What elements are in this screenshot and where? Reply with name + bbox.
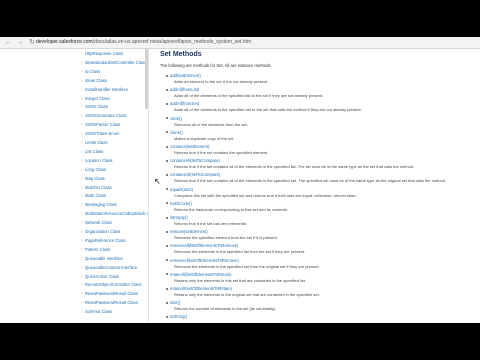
sidebar-item[interactable]: ResetPasswordResult Class	[81, 291, 138, 297]
url-path: /docs/atlas.en-us.apexref.meta/apexref/a…	[92, 39, 252, 45]
method-link[interactable]: containsAll(setToCompare)	[170, 172, 220, 177]
sidebar-item[interactable]: MultiStaticResourceCalloutMock Class	[81, 211, 148, 217]
method-link[interactable]: contains(setElement)	[170, 144, 209, 149]
sidebar-scrollbar[interactable]	[145, 49, 148, 109]
method-link[interactable]: removeAll(listOfElementsToRemove)	[170, 243, 238, 248]
sidebar-item[interactable]: Matcher Class	[81, 185, 112, 191]
sidebar-item[interactable]: RemoteObjectController Class	[81, 282, 142, 288]
method-link[interactable]: size()	[170, 300, 180, 305]
method-link[interactable]: equals(set2)	[170, 187, 193, 192]
url-text[interactable]: developer.salesforce.com/docs/atlas.en-u…	[36, 39, 251, 46]
method-link[interactable]: addAll(fromList)	[170, 87, 199, 92]
bullet-icon	[166, 244, 168, 247]
bullet-icon	[166, 216, 168, 219]
bullet-icon	[166, 259, 168, 262]
sidebar-item[interactable]: Organization Class	[81, 229, 120, 235]
bullet-icon	[166, 131, 168, 134]
bullet-icon	[166, 230, 168, 233]
sidebar-item[interactable]: Map Class	[81, 176, 105, 182]
page-title: Set Methods	[160, 51, 202, 58]
method-description: Adds all of the elements in the specifie…	[174, 93, 324, 99]
method-link[interactable]: retainAll(listOfElementsToRetain)	[170, 272, 231, 277]
method-link[interactable]: retainAll(setOfElementsToRetain)	[170, 286, 232, 291]
method-link[interactable]: hashCode()	[170, 201, 192, 206]
sidebar-item[interactable]: InstallHandler Interface	[81, 87, 128, 93]
browser-frame: ← → ↻ developer.salesforce.com/docs/atla…	[0, 37, 480, 323]
method-description: Returns true if the set contains the spe…	[174, 150, 269, 155]
sidebar-item[interactable]: ResetPasswordResult Class	[81, 300, 138, 306]
method-link[interactable]: clone()	[170, 130, 183, 135]
sidebar-item[interactable]: QueueableContext Interface	[81, 265, 137, 271]
bullet-icon	[166, 102, 168, 105]
method-link[interactable]: addAll(fromSet)	[170, 101, 199, 106]
method-description: Returns true if the set has zero element…	[174, 221, 248, 226]
sidebar-item[interactable]: Network Class	[81, 220, 112, 226]
bullet-icon	[166, 188, 168, 191]
bullet-icon	[166, 117, 168, 120]
sidebar-nav: HttpResponse Class IdeaStandardSetControl…	[0, 49, 149, 323]
sidebar-item[interactable]: Math Class	[81, 193, 106, 199]
back-icon[interactable]: ←	[4, 39, 12, 47]
method-description: Retains only the elements in the origina…	[174, 292, 320, 297]
method-description: Returns the hashcode corresponding to th…	[174, 206, 289, 212]
bullet-icon	[166, 173, 168, 176]
sidebar-item[interactable]: JSONToken Enum	[81, 131, 120, 137]
sidebar-item[interactable]: Integer Class	[81, 96, 110, 102]
method-description: Adds an element to the set if it is not …	[174, 79, 269, 84]
url-host: developer.salesforce.com	[36, 39, 93, 45]
method-link[interactable]: add(setElement)	[170, 73, 201, 78]
sidebar-item[interactable]: PageReference Class	[81, 238, 126, 244]
bullet-icon	[166, 315, 168, 318]
forward-icon[interactable]: →	[16, 39, 24, 47]
method-description: Removes all of the elements from the set…	[174, 121, 248, 127]
sidebar-item[interactable]: Pattern Class	[81, 247, 110, 253]
sidebar-item[interactable]: Limits Class	[81, 140, 108, 146]
sidebar-item[interactable]: Messaging Class	[81, 202, 117, 208]
method-link[interactable]: containsAll(listToCompare)	[170, 158, 220, 163]
bullet-icon	[166, 287, 168, 290]
method-description: Makes a duplicate copy of the set.	[174, 135, 235, 141]
sidebar-item[interactable]: HttpResponse Class	[81, 51, 123, 57]
method-description: Removes the specified element from the s…	[174, 235, 278, 241]
method-description: Returns true if the set contains all of …	[174, 164, 415, 170]
bullet-icon	[166, 301, 168, 304]
bullet-icon	[166, 74, 168, 77]
method-description: Returns the number of elements in the se…	[174, 306, 277, 312]
sidebar-item[interactable]: Id Class	[81, 69, 100, 75]
address-bar[interactable]: ← → ↻ developer.salesforce.com/docs/atla…	[0, 37, 480, 49]
bullet-icon	[166, 88, 168, 91]
main-content: Set Methods The following are methods fo…	[150, 49, 480, 323]
method-link[interactable]: isEmpty()	[170, 215, 188, 220]
method-description: Removes the elements in the specified se…	[174, 263, 320, 269]
sidebar-item[interactable]: JSON Class	[81, 104, 108, 110]
sidebar-item[interactable]: Location Class	[81, 158, 113, 164]
sidebar-item[interactable]: JSONParser Class	[81, 122, 120, 128]
mouse-cursor-icon: ↖	[154, 177, 161, 186]
sidebar-item[interactable]: Long Class	[81, 167, 106, 173]
method-link[interactable]: remove(setElement)	[170, 229, 208, 234]
sidebar-item[interactable]: Queueable Interface	[81, 256, 123, 262]
bullet-icon	[166, 145, 168, 148]
method-link[interactable]: toString()	[170, 314, 187, 319]
method-description: Compares this set with the specified set…	[174, 192, 357, 198]
intro-text: The following are methods for Set. All a…	[160, 63, 272, 68]
bullet-icon	[166, 159, 168, 162]
method-description: Returns true if the set contains all of …	[174, 178, 447, 184]
method-link[interactable]: removeAll(setOfElementsToRemove)	[170, 258, 239, 263]
sidebar-item[interactable]: IdeaStandardSetController Class	[81, 60, 146, 66]
bullet-icon	[166, 273, 168, 276]
method-description: Adds all of the elements in the specifie…	[174, 107, 362, 113]
sidebar-item[interactable]: Schema Class	[81, 309, 112, 315]
reload-icon[interactable]: ↻	[28, 39, 36, 47]
sidebar-item[interactable]: QuickAction Class	[81, 274, 119, 280]
sidebar-item[interactable]: Ideas Class	[81, 78, 107, 84]
method-description: Removes the elements in the specified li…	[174, 249, 306, 255]
method-description: Retains only the elements in this set th…	[174, 277, 307, 283]
method-link[interactable]: clear()	[170, 116, 182, 121]
bullet-icon	[166, 202, 168, 205]
sidebar-item[interactable]: List Class	[81, 149, 103, 155]
sidebar-item[interactable]: JSONGenerator Class	[81, 113, 127, 119]
